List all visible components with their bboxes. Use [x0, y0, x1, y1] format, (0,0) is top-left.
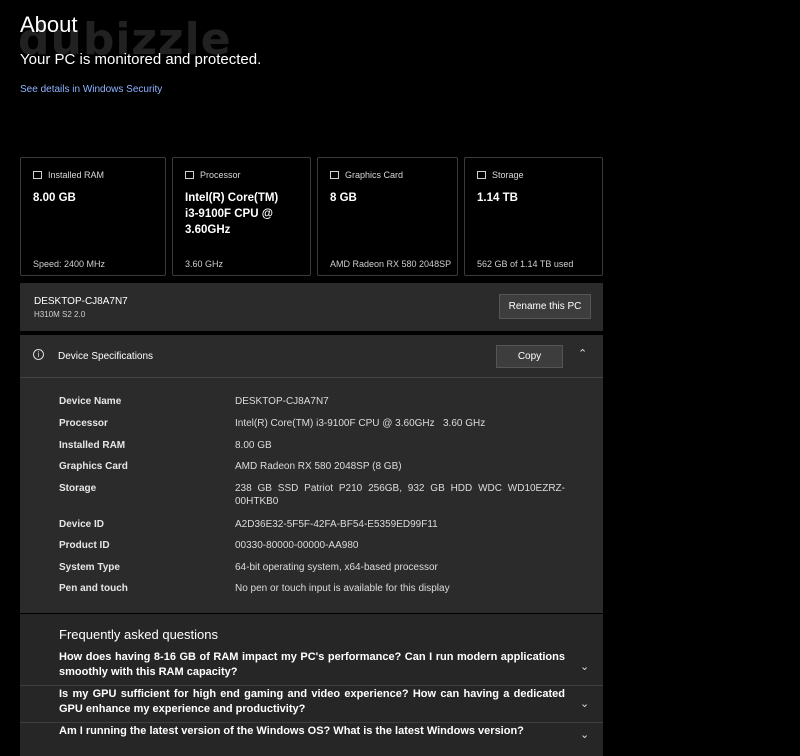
card-footer: 562 GB of 1.14 TB used [477, 259, 574, 269]
faq-question-ram[interactable]: How does having 8-16 GB of RAM impact my… [59, 650, 565, 680]
spec-value-device-id: A2D36E32-5F5F-42FA-BF54-E5359ED99F11 [235, 519, 438, 530]
spec-label-installed-ram: Installed RAM [59, 440, 126, 451]
spec-label-device-name: Device Name [59, 396, 122, 407]
spec-label-storage: Storage [59, 483, 97, 494]
pc-name: DESKTOP-CJ8A7N7 [34, 296, 128, 307]
divider [20, 377, 603, 378]
spec-value-processor: Intel(R) Core(TM) i3-9100F CPU @ 3.60GHz… [235, 418, 486, 429]
rename-pc-button[interactable]: Rename this PC [499, 294, 591, 319]
processor-icon [185, 171, 194, 179]
card-footer: AMD Radeon RX 580 2048SP [330, 259, 452, 269]
card-value: Intel(R) Core(TM) i3-9100F CPU @ 3.60GHz [185, 192, 279, 236]
card-processor: Processor Intel(R) Core(TM) i3-9100F CPU… [172, 157, 311, 276]
faq-question-gpu[interactable]: Is my GPU sufficient for high end gaming… [59, 687, 565, 717]
specifications-title[interactable]: Device Specifications [58, 351, 153, 362]
spec-label-product-id: Product ID [59, 540, 110, 551]
card-storage: Storage 1.14 TB 562 GB of 1.14 TB used [464, 157, 603, 276]
storage-icon [477, 171, 486, 179]
spec-label-processor: Processor [59, 418, 108, 429]
spec-value-graphics-card: AMD Radeon RX 580 2048SP (8 GB) [235, 461, 402, 472]
chevron-down-icon[interactable]: ⌄ [580, 728, 589, 741]
pc-model: H310M S2 2.0 [34, 310, 86, 319]
spec-label-device-id: Device ID [59, 519, 105, 530]
copy-button[interactable]: Copy [496, 345, 563, 368]
card-value: 8 GB [330, 192, 357, 204]
card-label: Installed RAM [48, 170, 105, 180]
card-installed-ram: Installed RAM 8.00 GB Speed: 2400 MHz [20, 157, 166, 276]
page-title: About [20, 12, 78, 37]
chevron-down-icon[interactable]: ⌄ [580, 660, 589, 673]
spec-value-pen-and-touch: No pen or touch input is available for t… [235, 583, 450, 594]
card-label: Storage [492, 170, 524, 180]
info-icon: i [33, 349, 44, 360]
spec-value-device-name: DESKTOP-CJ8A7N7 [235, 396, 329, 407]
spec-label-graphics-card: Graphics Card [59, 461, 128, 472]
card-label: Processor [200, 170, 241, 180]
windows-security-link[interactable]: See details in Windows Security [20, 84, 162, 95]
spec-value-product-id: 00330-80000-00000-AA980 [235, 540, 359, 551]
divider [20, 685, 603, 686]
protection-status: Your PC is monitored and protected. [20, 51, 262, 68]
card-value: 8.00 GB [33, 192, 76, 204]
card-value: 1.14 TB [477, 192, 518, 204]
card-footer: Speed: 2400 MHz [33, 259, 106, 269]
card-graphics-card: Graphics Card 8 GB AMD Radeon RX 580 204… [317, 157, 458, 276]
graphics-card-icon [330, 171, 339, 179]
divider [20, 722, 603, 723]
spec-label-pen-and-touch: Pen and touch [59, 583, 128, 594]
spec-value-system-type: 64-bit operating system, x64-based proce… [235, 562, 438, 573]
chevron-down-icon[interactable]: ⌄ [580, 697, 589, 710]
spec-label-system-type: System Type [59, 562, 120, 573]
spec-value-installed-ram: 8.00 GB [235, 440, 272, 451]
card-footer: 3.60 GHz [185, 259, 224, 269]
card-label: Graphics Card [345, 170, 404, 180]
faq-title: Frequently asked questions [59, 627, 218, 642]
spec-value-storage: 238 GB SSD Patriot P210 256GB, 932 GB HD… [235, 483, 565, 507]
faq-question-windows-version[interactable]: Am I running the latest version of the W… [59, 724, 565, 739]
chevron-up-icon[interactable]: ⌃ [578, 347, 587, 360]
ram-icon [33, 171, 42, 179]
